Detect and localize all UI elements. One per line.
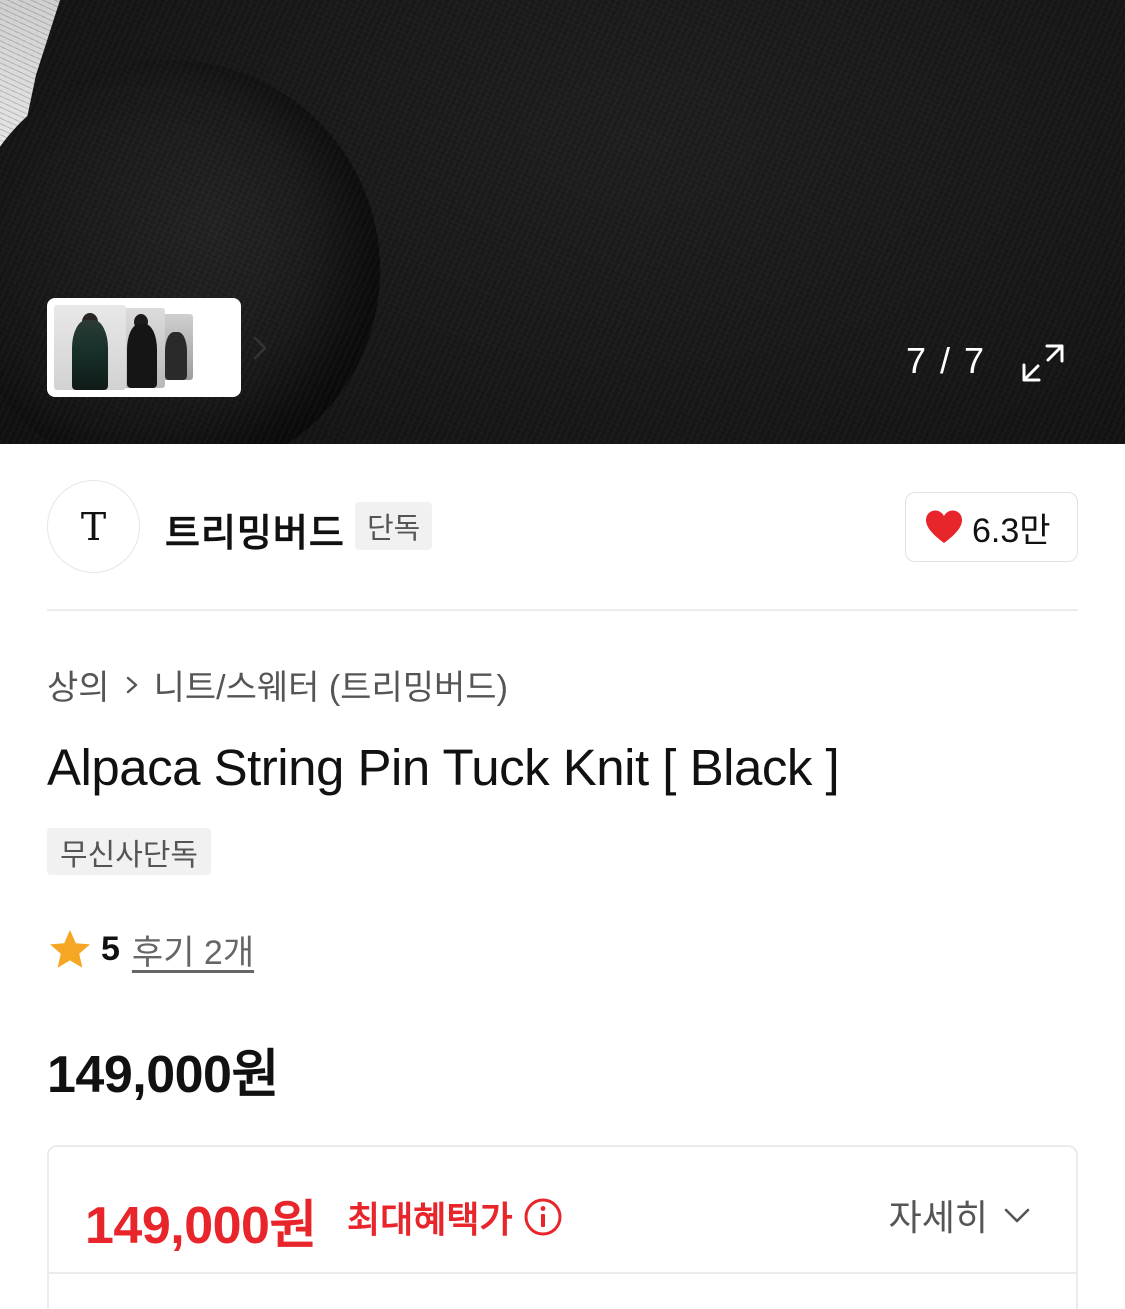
breadcrumb: 상의 니트/스웨터 (트리밍버드): [47, 660, 508, 709]
exclusive-badge: 무신사단독: [47, 828, 211, 875]
thumbnail-1[interactable]: [54, 305, 126, 390]
product-price: 149,000원: [47, 1046, 279, 1104]
image-counter: 7 / 7: [906, 340, 987, 381]
benefit-price: 149,000원: [85, 1197, 317, 1255]
chevron-down-icon: [1004, 1208, 1030, 1223]
benefit-label: 최대혜택가: [347, 1199, 513, 1240]
details-label: 자세히: [888, 1197, 988, 1238]
info-icon[interactable]: [523, 1197, 563, 1237]
divider: [47, 609, 1078, 611]
thumbnail-strip[interactable]: [47, 298, 267, 397]
breadcrumb-subcategory[interactable]: 니트/스웨터 (트리밍버드): [154, 660, 508, 709]
product-image-gallery[interactable]: 7 / 7: [0, 0, 1125, 444]
brand-logo[interactable]: T: [47, 480, 140, 573]
product-title: Alpaca String Pin Tuck Knit [ Black ]: [47, 739, 840, 796]
rating-value: 5: [101, 930, 120, 968]
brand-logo-letter: T: [80, 504, 107, 549]
brand-name[interactable]: 트리밍버드: [165, 502, 345, 557]
like-count: 6.3만: [972, 511, 1051, 550]
breadcrumb-category[interactable]: 상의: [47, 660, 110, 709]
benefit-label-group: 최대혜택가: [347, 1191, 563, 1243]
chevron-right-icon[interactable]: [252, 298, 282, 397]
star-icon: [50, 929, 90, 968]
brand-exclusive-badge: 단독: [355, 502, 433, 550]
heart-icon: [926, 510, 962, 543]
divider: [49, 1272, 1076, 1274]
rating: 5 후기 2개: [47, 925, 254, 974]
expand-arrows-icon[interactable]: [1020, 340, 1066, 386]
like-button[interactable]: 6.3만: [905, 492, 1078, 562]
review-link[interactable]: 후기 2개: [132, 925, 254, 974]
details-toggle-button[interactable]: 자세히: [889, 1189, 1032, 1241]
max-benefit-box[interactable]: 149,000원 최대혜택가 자세히: [47, 1145, 1078, 1309]
chevron-right-icon: [124, 673, 140, 697]
